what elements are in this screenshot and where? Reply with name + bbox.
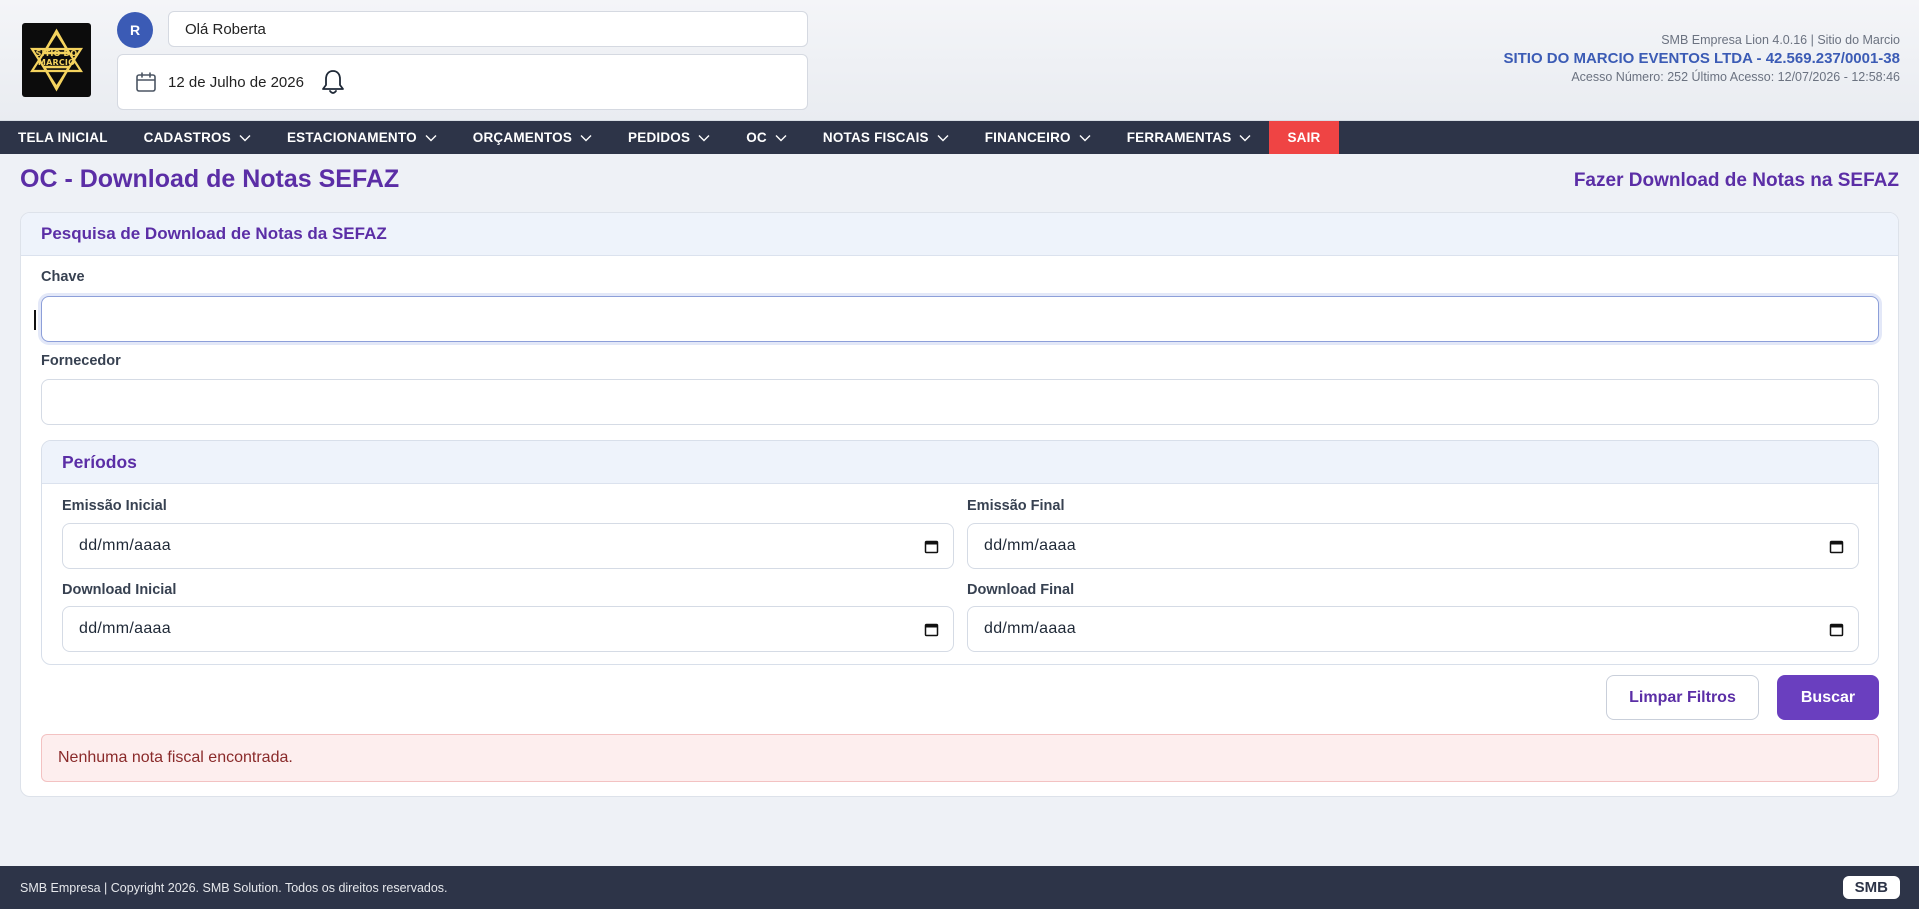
periodos-title: Períodos xyxy=(42,441,1878,484)
calendar-icon xyxy=(136,72,156,92)
chevron-down-icon xyxy=(1239,134,1251,141)
company-name: SITIO DO MARCIO EVENTOS LTDA - 42.569.23… xyxy=(1503,50,1900,67)
fornecedor-input[interactable] xyxy=(41,379,1879,425)
system-version: SMB Empresa Lion 4.0.16 | Sitio do Marci… xyxy=(1661,33,1900,47)
date-placeholder: dd/mm/aaaa xyxy=(984,537,1076,554)
nav-item-label: ORÇAMENTOS xyxy=(472,130,573,145)
date-box: 12 de Julho de 2026 xyxy=(117,54,808,110)
nav-item-label: SAIR xyxy=(1287,130,1321,145)
nav-item-oc[interactable]: OC xyxy=(728,121,805,154)
download-final-label: Download Final xyxy=(967,582,1075,598)
emissao-inicial-input[interactable]: dd/mm/aaaa xyxy=(62,523,954,569)
nav-item-label: OC xyxy=(746,130,767,145)
logo-text: SITIO DO MARCIO xyxy=(35,49,78,67)
fornecedor-label: Fornecedor xyxy=(41,353,121,369)
bell-icon[interactable] xyxy=(318,67,348,97)
nav-item-label: FINANCEIRO xyxy=(984,130,1071,145)
avatar[interactable]: R xyxy=(117,12,153,48)
app-header: SITIO DO MARCIO R Olá Roberta 12 de Julh… xyxy=(0,0,1919,121)
chave-label: Chave xyxy=(41,269,85,285)
chevron-down-icon xyxy=(937,134,949,141)
calendar-picker-icon[interactable] xyxy=(1829,622,1844,637)
nav-item-sair[interactable]: SAIR xyxy=(1269,121,1339,154)
nav-item-label: TELA INICIAL xyxy=(18,130,108,145)
calendar-picker-icon[interactable] xyxy=(924,539,939,554)
nav-item-label: CADASTROS xyxy=(143,130,231,145)
alert-message: Nenhuma nota fiscal encontrada. xyxy=(58,749,293,766)
access-info: Acesso Número: 252 Último Acesso: 12/07/… xyxy=(1571,70,1900,84)
nav-item-pedidos[interactable]: PEDIDOS xyxy=(610,121,728,154)
page-subtitle: Fazer Download de Notas na SEFAZ xyxy=(1573,170,1899,191)
download-inicial-input[interactable]: dd/mm/aaaa xyxy=(62,606,954,652)
company-logo[interactable]: SITIO DO MARCIO xyxy=(22,23,91,97)
nav-item-cadastros[interactable]: CADASTROS xyxy=(126,121,269,154)
empty-result-alert: Nenhuma nota fiscal encontrada. xyxy=(41,734,1879,782)
nav-item-label: ESTACIONAMENTO xyxy=(286,130,417,145)
chevron-down-icon xyxy=(698,134,710,141)
nav-item-orcamentos[interactable]: ORÇAMENTOS xyxy=(455,121,610,154)
chevron-down-icon xyxy=(580,134,592,141)
company-info: SMB Empresa Lion 4.0.16 | Sitio do Marci… xyxy=(1503,31,1900,85)
emissao-final-input[interactable]: dd/mm/aaaa xyxy=(967,523,1859,569)
nav-item-ferramentas[interactable]: FERRAMENTAS xyxy=(1109,121,1270,154)
download-final-input[interactable]: dd/mm/aaaa xyxy=(967,606,1859,652)
date-placeholder: dd/mm/aaaa xyxy=(79,537,171,554)
date-placeholder: dd/mm/aaaa xyxy=(984,620,1076,637)
calendar-picker-icon[interactable] xyxy=(924,622,939,637)
footer-badge: SMB xyxy=(1842,876,1900,899)
periodos-section: Períodos Emissão Inicial dd/mm/aaaa Emis… xyxy=(41,440,1879,665)
download-inicial-label: Download Inicial xyxy=(62,582,177,598)
search-button[interactable]: Buscar xyxy=(1777,675,1879,720)
chevron-down-icon xyxy=(425,134,437,141)
chevron-down-icon xyxy=(239,134,251,141)
emissao-inicial-label: Emissão Inicial xyxy=(62,498,167,514)
chevron-down-icon xyxy=(1079,134,1091,141)
card-title: Pesquisa de Download de Notas da SEFAZ xyxy=(21,213,1898,256)
app-footer: SMB Empresa | Copyright 2026. SMB Soluti… xyxy=(0,866,1919,909)
nav-item-financeiro[interactable]: FINANCEIRO xyxy=(967,121,1109,154)
nav-item-label: NOTAS FISCAIS xyxy=(822,130,929,145)
clear-filters-button[interactable]: Limpar Filtros xyxy=(1606,675,1759,720)
search-card: Pesquisa de Download de Notas da SEFAZ C… xyxy=(20,212,1899,797)
nav-item-estacionamento[interactable]: ESTACIONAMENTO xyxy=(269,121,455,154)
chave-input[interactable] xyxy=(41,296,1879,342)
chevron-down-icon xyxy=(775,134,787,141)
calendar-picker-icon[interactable] xyxy=(1829,539,1844,554)
copyright-text: SMB Empresa | Copyright 2026. SMB Soluti… xyxy=(20,880,448,895)
current-date: 12 de Julho de 2026 xyxy=(168,73,304,91)
date-placeholder: dd/mm/aaaa xyxy=(79,620,171,637)
nav-item-label: PEDIDOS xyxy=(628,130,691,145)
emissao-final-label: Emissão Final xyxy=(967,498,1065,514)
greeting-box: Olá Roberta xyxy=(168,11,808,47)
text-caret xyxy=(34,310,36,330)
nav-item-notas-fiscais[interactable]: NOTAS FISCAIS xyxy=(805,121,967,154)
greeting-text: Olá Roberta xyxy=(185,20,266,38)
nav-item-label: FERRAMENTAS xyxy=(1126,130,1232,145)
nav-item-tela-inicial[interactable]: TELA INICIAL xyxy=(0,121,126,154)
main-nav: TELA INICIAL CADASTROS ESTACIONAMENTO OR… xyxy=(0,121,1919,154)
page-title: OC - Download de Notas SEFAZ xyxy=(20,165,400,193)
